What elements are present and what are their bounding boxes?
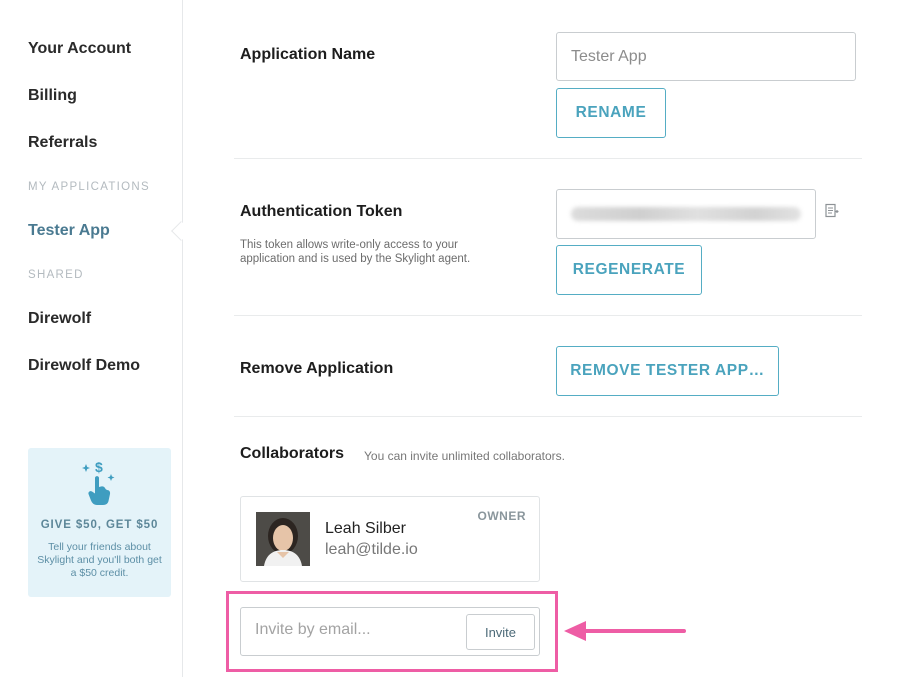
arrow-left-icon xyxy=(564,621,686,641)
remove-app-button[interactable]: REMOVE TESTER APP… xyxy=(556,346,779,396)
app-name-value: Tester App xyxy=(571,47,647,65)
sidebar-item-direwolf[interactable]: Direwolf xyxy=(28,310,91,328)
collaborators-label: Collaborators xyxy=(240,445,345,462)
tap-dollar-icon: $ xyxy=(82,460,115,505)
referral-promo[interactable]: $ GIVE $50, GET $50 Tell your friends ab… xyxy=(28,448,171,597)
collaborator-email: leah@tilde.io xyxy=(325,541,418,558)
auth-token-description: This token allows write-only access to y… xyxy=(240,239,471,265)
promo-text: Tell your friends about Skylight and you… xyxy=(37,541,162,579)
sidebar-item-referrals[interactable]: Referrals xyxy=(28,134,97,152)
sidebar-item-direwolf-demo[interactable]: Direwolf Demo xyxy=(28,357,140,375)
auth-token-label: Authentication Token xyxy=(240,203,403,220)
collaborators-subtitle: You can invite unlimited collaborators. xyxy=(364,449,566,463)
settings-page: Your Account Billing Referrals MY APPLIC… xyxy=(0,0,918,677)
app-name-input[interactable]: Tester App xyxy=(556,32,856,81)
active-indicator xyxy=(171,221,191,241)
collaborator-name: Leah Silber xyxy=(325,520,406,537)
sidebar-item-tester-app[interactable]: Tester App xyxy=(28,222,110,240)
auth-token-field[interactable] xyxy=(556,189,816,239)
section-label-shared: SHARED xyxy=(28,269,84,281)
promo-title: GIVE $50, GET $50 xyxy=(40,519,159,531)
divider xyxy=(234,158,862,159)
remove-app-label: Remove Application xyxy=(240,360,394,377)
app-name-label: Application Name xyxy=(240,46,376,63)
svg-text:$: $ xyxy=(95,460,103,475)
divider xyxy=(234,315,862,316)
copy-icon[interactable] xyxy=(824,203,840,219)
rename-button[interactable]: RENAME xyxy=(556,88,666,138)
auth-token-value-blurred xyxy=(571,207,801,221)
avatar xyxy=(256,512,310,566)
collaborator-card: Leah Silber leah@tilde.io OWNER xyxy=(240,496,540,582)
section-label-my-applications: MY APPLICATIONS xyxy=(28,181,150,193)
divider xyxy=(234,416,862,417)
sidebar-item-billing[interactable]: Billing xyxy=(28,87,77,105)
sidebar-item-your-account[interactable]: Your Account xyxy=(28,40,131,58)
highlight-box xyxy=(226,591,558,672)
regenerate-button[interactable]: REGENERATE xyxy=(556,245,702,295)
sidebar: Your Account Billing Referrals MY APPLIC… xyxy=(0,0,191,677)
owner-badge: OWNER xyxy=(477,509,526,523)
